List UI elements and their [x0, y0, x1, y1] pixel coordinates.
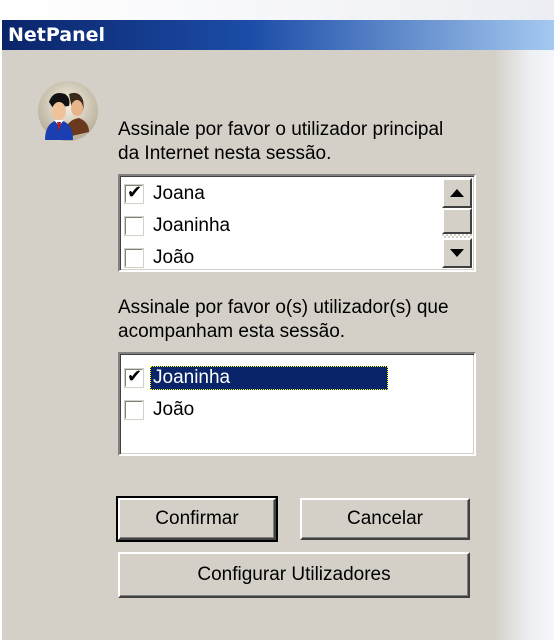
- checkbox[interactable]: [124, 248, 144, 268]
- companions-prompt-line1: Assinale por favor o(s) utilizador(s) qu…: [118, 297, 449, 318]
- companions-prompt-line2: acompanham esta sessão.: [118, 321, 346, 342]
- checkbox[interactable]: ✔: [124, 182, 144, 204]
- main-user-listbox[interactable]: ✔ Joana Joaninha João: [118, 174, 476, 272]
- checkmark-icon: ✔: [127, 366, 143, 387]
- list-item[interactable]: ✔ Joaninha: [124, 364, 389, 392]
- main-user-prompt-line2: da Internet nesta sessão.: [118, 143, 332, 164]
- window-title: NetPanel: [8, 24, 106, 46]
- item-label: Joaninha: [150, 366, 389, 390]
- list-item[interactable]: Joaninha: [124, 212, 233, 240]
- checkbox[interactable]: ✔: [124, 366, 144, 388]
- title-bar[interactable]: NetPanel: [2, 20, 554, 50]
- list-item[interactable]: João: [124, 396, 197, 424]
- list-item[interactable]: João: [124, 244, 197, 270]
- checkmark-icon: ✔: [127, 182, 143, 203]
- checkbox[interactable]: [124, 400, 144, 420]
- item-label: Joaninha: [153, 215, 231, 236]
- scroll-thumb[interactable]: [442, 208, 472, 234]
- item-label: Joana: [153, 183, 205, 204]
- confirm-button[interactable]: Confirmar: [116, 496, 278, 542]
- checkbox[interactable]: [124, 216, 144, 236]
- companions-listbox[interactable]: ✔ Joaninha João: [118, 352, 476, 456]
- item-label: João: [153, 399, 195, 420]
- main-user-prompt-line1: Assinale por favor o utilizador principa…: [118, 119, 444, 140]
- scroll-down-button[interactable]: [442, 238, 472, 268]
- arrow-up-icon: [450, 189, 464, 197]
- background-strip: [0, 0, 554, 20]
- item-label: João: [153, 247, 195, 268]
- cancel-button[interactable]: Cancelar: [300, 498, 470, 540]
- list-item[interactable]: ✔ Joana: [124, 180, 208, 208]
- arrow-down-icon: [450, 249, 464, 257]
- configure-users-button[interactable]: Configurar Utilizadores: [118, 552, 470, 598]
- scrollbar[interactable]: [442, 178, 472, 268]
- netpanel-dialog: NetPanel Assinale por favor o utilizador…: [0, 20, 554, 640]
- window-edge: [494, 50, 554, 640]
- scroll-up-button[interactable]: [442, 178, 472, 208]
- two-users-icon: [38, 81, 98, 141]
